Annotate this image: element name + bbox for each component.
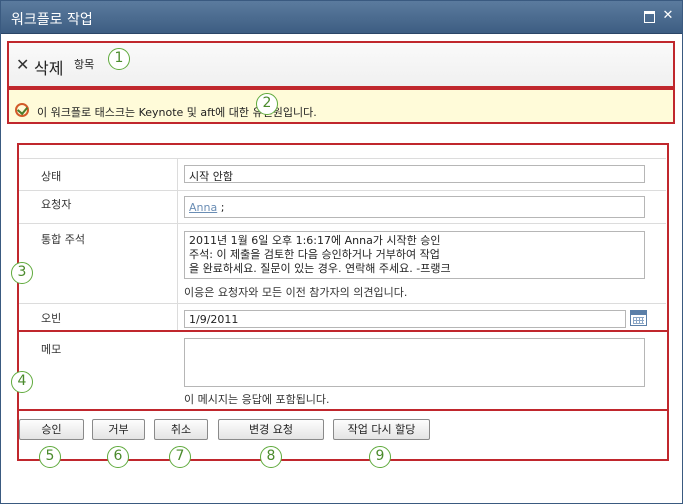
callout-box-form-fields [17,143,669,332]
callout-number: 6 [107,446,129,468]
callout-number: 7 [169,446,191,468]
callout-box-infobar [7,88,675,124]
close-icon[interactable]: ✕ [661,9,675,22]
callout-number: 3 [11,262,33,284]
callout-box-comments [17,330,669,411]
dialog-title: 워크플로 작업 [11,12,93,28]
title-bar: 워크플로 작업 ✕ [1,1,682,34]
maximize-icon[interactable] [642,9,656,23]
callout-number: 9 [369,446,391,468]
callout-box-ribbon [7,41,675,88]
callout-number: 5 [39,446,61,468]
callout-number: 4 [11,371,33,393]
callout-number: 8 [260,446,282,468]
workflow-task-dialog: 워크플로 작업 ✕ ✕ 삭제 항목 이 워크플로 태스크는 Keynote 및 … [0,0,683,504]
callout-number: 2 [256,93,278,115]
callout-number: 1 [108,48,130,70]
